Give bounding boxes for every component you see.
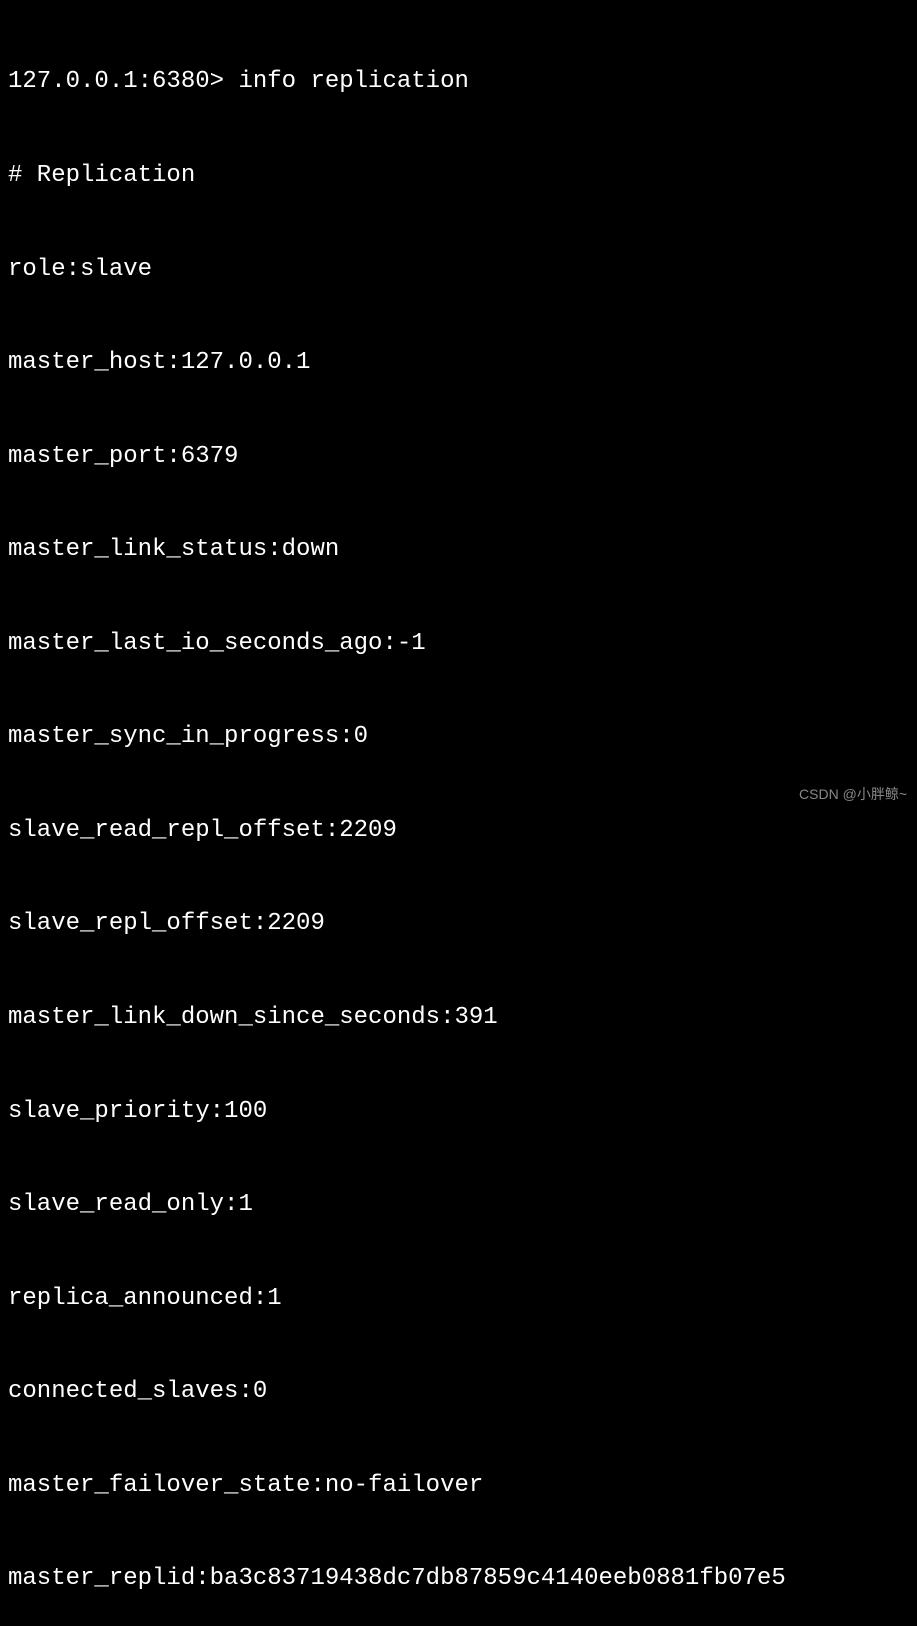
output-line: slave_read_repl_offset:2209 xyxy=(8,815,909,846)
output-line: slave_repl_offset:2209 xyxy=(8,908,909,939)
output-line: master_link_down_since_seconds:391 xyxy=(8,1002,909,1033)
output-line: master_last_io_seconds_ago:-1 xyxy=(8,628,909,659)
output-line: connected_slaves:0 xyxy=(8,1376,909,1407)
output-line: master_link_status:down xyxy=(8,534,909,565)
output-line: replica_announced:1 xyxy=(8,1283,909,1314)
output-line: 127.0.0.1:6380> info replication xyxy=(8,66,909,97)
watermark-text: CSDN @小胖鲸~ xyxy=(799,785,907,803)
output-line: slave_priority:100 xyxy=(8,1096,909,1127)
output-line: master_host:127.0.0.1 xyxy=(8,347,909,378)
output-line: master_replid:ba3c83719438dc7db87859c414… xyxy=(8,1563,909,1594)
output-line: master_sync_in_progress:0 xyxy=(8,721,909,752)
section-header: # Replication xyxy=(8,160,909,191)
output-line: role:slave xyxy=(8,254,909,285)
output-line: master_port:6379 xyxy=(8,441,909,472)
terminal-window[interactable]: 127.0.0.1:6380> info replication # Repli… xyxy=(0,0,917,1626)
output-line: slave_read_only:1 xyxy=(8,1189,909,1220)
output-line: master_failover_state:no-failover xyxy=(8,1470,909,1501)
